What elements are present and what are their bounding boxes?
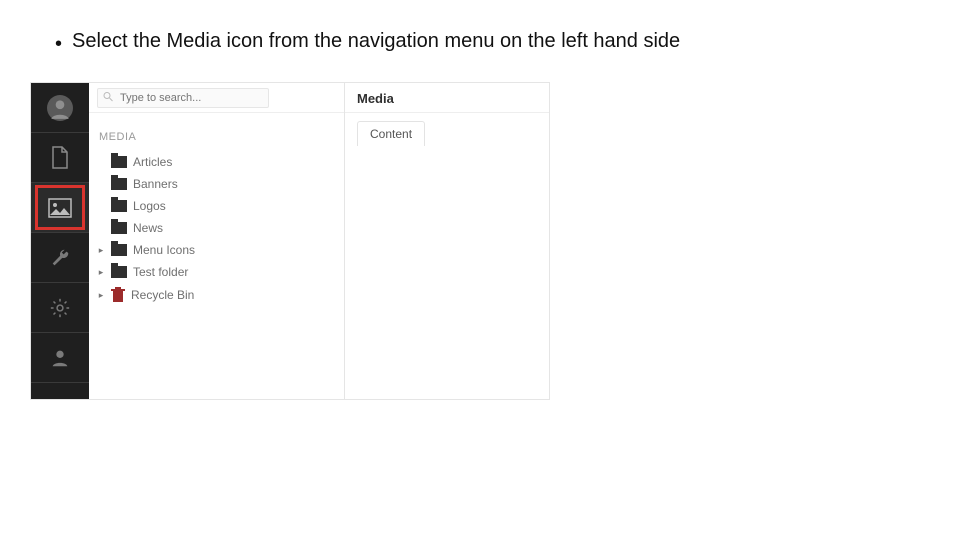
nav-settings[interactable] — [31, 233, 89, 283]
folder-icon — [111, 156, 127, 168]
instruction-bullet: • Select the Media icon from the navigat… — [55, 30, 680, 58]
tree-item-label: Articles — [133, 155, 336, 169]
nav-rail — [31, 83, 89, 399]
nav-media[interactable] — [31, 183, 89, 233]
caret-icon: ▸ — [97, 245, 105, 256]
tree-item[interactable]: News — [95, 217, 338, 239]
instruction-text: Select the Media icon from the navigatio… — [72, 30, 680, 53]
tree-item[interactable]: Banners — [95, 173, 338, 195]
caret-icon: ▸ — [97, 267, 105, 278]
document-icon — [50, 146, 70, 170]
media-tree: Articles Banners Logos News ▸ Menu Icons — [89, 151, 344, 307]
section-label: MEDIA — [89, 113, 344, 151]
search-input[interactable] — [97, 88, 269, 108]
folder-icon — [111, 200, 127, 212]
tree-item-label: Menu Icons — [133, 243, 336, 257]
folder-icon — [111, 266, 127, 278]
search-row — [89, 83, 344, 113]
tree-item[interactable]: ▸ Test folder — [95, 261, 338, 283]
tree-item[interactable]: ▸ Menu Icons — [95, 239, 338, 261]
nav-content[interactable] — [31, 133, 89, 183]
tree-item-label: Banners — [133, 177, 336, 191]
nav-avatar[interactable] — [31, 83, 89, 133]
trash-icon — [111, 287, 125, 303]
tree-panel: MEDIA Articles Banners Logos News — [89, 83, 345, 399]
folder-icon — [111, 178, 127, 190]
app-screenshot: MEDIA Articles Banners Logos News — [30, 82, 550, 400]
user-icon — [49, 347, 71, 369]
gear-icon — [49, 297, 71, 319]
tree-item-label: Logos — [133, 199, 336, 213]
detail-title: Media — [345, 83, 549, 113]
nav-users[interactable] — [31, 333, 89, 383]
detail-panel: Media Content — [345, 83, 549, 399]
search-icon — [102, 90, 114, 105]
tree-item-label: Test folder — [133, 265, 336, 279]
tree-item-label: News — [133, 221, 336, 235]
image-icon — [48, 198, 72, 218]
tree-item[interactable]: Articles — [95, 151, 338, 173]
wrench-icon — [49, 247, 71, 269]
avatar-icon — [47, 95, 73, 121]
folder-icon — [111, 222, 127, 234]
nav-developer[interactable] — [31, 283, 89, 333]
detail-tabs: Content — [345, 113, 549, 146]
tree-item-label: Recycle Bin — [131, 288, 336, 302]
bullet-dot: • — [55, 30, 62, 58]
tab-content[interactable]: Content — [357, 121, 425, 146]
tree-item-recycle-bin[interactable]: ▸ Recycle Bin — [95, 283, 338, 307]
folder-icon — [111, 244, 127, 256]
caret-icon: ▸ — [97, 290, 105, 301]
tree-item[interactable]: Logos — [95, 195, 338, 217]
